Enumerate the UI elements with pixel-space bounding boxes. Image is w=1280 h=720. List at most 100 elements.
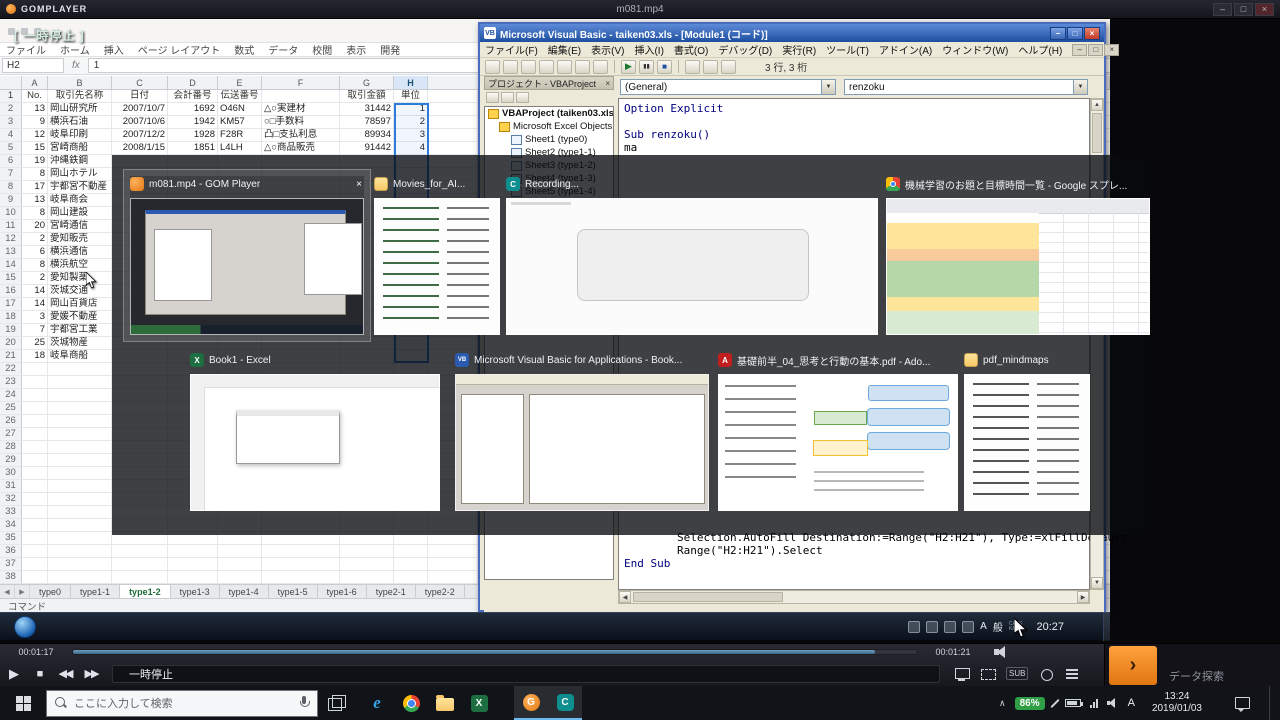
gom-titlebar[interactable]: GOMPLAYER m081.mp4 – □ ×: [0, 0, 1280, 19]
pdf-icon: A: [718, 353, 732, 367]
recorder-icon: C: [506, 177, 520, 191]
play-button[interactable]: ▶: [0, 666, 26, 682]
capture-icon[interactable]: [1038, 667, 1054, 681]
window-thumbnail-movies-folder[interactable]: Movies_for_AI...: [374, 176, 500, 335]
volume-icon[interactable]: [994, 646, 1012, 658]
sheet-tab: type0: [30, 585, 71, 598]
taskbar-search-input[interactable]: ここに入力して検索: [46, 690, 318, 717]
row-header: 1: [0, 90, 22, 103]
battery-percent-badge[interactable]: 86%: [1015, 697, 1045, 710]
spreadsheet-row: 38: [0, 571, 478, 584]
folder-icon: [964, 353, 978, 367]
ribbon-tab: 数式: [234, 42, 254, 57]
row-header: 20: [0, 337, 22, 350]
window-thumbnail-book1-excel[interactable]: X Book1 - Excel: [190, 352, 440, 511]
minimize-button[interactable]: –: [1213, 3, 1232, 16]
ribbon-tab: データ: [268, 42, 298, 57]
window-thumbnail-pdf[interactable]: A 基礎前半_04_思考と行動の基本.pdf - Ado...: [718, 352, 958, 511]
seek-bar[interactable]: [72, 649, 918, 655]
sheet-tab: type1-5: [269, 585, 318, 598]
window-thumbnail-pdf-mindmaps[interactable]: pdf_mindmaps: [964, 352, 1090, 511]
previous-button[interactable]: ◀◀: [52, 667, 78, 680]
sheet-tab: type1-1: [71, 585, 120, 598]
microphone-icon[interactable]: [299, 696, 309, 710]
stop-button[interactable]: ■: [26, 668, 52, 680]
thumbnail-preview[interactable]: [886, 198, 1150, 335]
thumbnail-preview[interactable]: [455, 374, 709, 511]
taskbar-icon-recorder[interactable]: C: [548, 686, 582, 720]
vba-caret-position: 3 行, 3 桁: [765, 59, 807, 74]
window-thumbnail-gom-player[interactable]: m081.mp4 - GOM Player ×: [130, 176, 364, 335]
spreadsheet-row: 5 15 宮崎商船 2008/1/15 1851 L4LH △○商品販売 914…: [0, 142, 478, 155]
taskbar-icon-edge[interactable]: e: [360, 686, 394, 720]
vba-toolbar-button: [685, 60, 700, 74]
vba-toolbar-button: [539, 60, 554, 74]
row-header: 34: [0, 519, 22, 532]
thumbnail-preview[interactable]: [374, 198, 500, 335]
taskbar-icon-gom-player[interactable]: G: [514, 686, 548, 720]
start-button[interactable]: [0, 686, 46, 720]
tray-expand-icon[interactable]: ∧: [999, 698, 1006, 709]
speaker-icon[interactable]: [1107, 698, 1119, 708]
next-button[interactable]: ▶▶: [78, 667, 104, 680]
thumbnail-preview[interactable]: [718, 374, 958, 511]
current-time: 00:01:17: [0, 647, 72, 657]
sheet-tab: type1-6: [318, 585, 367, 598]
spreadsheet-row: 1 No. 取引先名称 日付 会計番号 伝送番号 取引金額 単位: [0, 90, 478, 103]
thumbnail-preview[interactable]: [130, 198, 364, 335]
screen-ratio-icon[interactable]: [980, 667, 996, 681]
vba-menu-item: ファイル(F): [485, 42, 538, 57]
close-button[interactable]: ×: [1255, 3, 1274, 16]
thumbnail-close-icon[interactable]: ×: [354, 179, 364, 190]
window-thumbnail-recording[interactable]: C Recording...: [506, 176, 878, 335]
video-area[interactable]: ファイルホーム挿入ページ レイアウト数式データ校閲表示開発 H2 fx 1 A …: [0, 19, 1280, 643]
vba-toolbar-button: [557, 60, 572, 74]
taskbar-icon-explorer[interactable]: [428, 686, 462, 720]
window-thumbnail-vba-book1[interactable]: VB Microsoft Visual Basic for Applicatio…: [455, 352, 709, 511]
corner-cell: [0, 76, 22, 89]
row-header: 12: [0, 233, 22, 246]
recorded-start-orb-icon: [14, 616, 36, 638]
show-desktop-button[interactable]: [1269, 686, 1274, 720]
taskbar-clock[interactable]: 13:24 2019/01/03: [1144, 691, 1210, 715]
taskbar-icon-excel[interactable]: X: [462, 686, 496, 720]
panel-expand-button[interactable]: ›: [1109, 646, 1157, 685]
mouse-cursor: [1014, 618, 1027, 638]
pen-icon[interactable]: [1050, 698, 1059, 707]
gom-logo-icon: [6, 4, 16, 14]
thumbnail-preview[interactable]: [506, 198, 878, 335]
thumbnail-preview[interactable]: [190, 374, 440, 511]
row-header: 13: [0, 246, 22, 259]
horizontal-scrollbar: ◀ ▶: [618, 590, 1090, 604]
maximize-button[interactable]: □: [1234, 3, 1253, 16]
row-header: 6: [0, 155, 22, 168]
network-icon[interactable]: [1090, 699, 1098, 708]
dropdown-arrow-icon: ▼: [821, 80, 835, 94]
vba-toolbar-button: [575, 60, 590, 74]
subtitle-button[interactable]: SUB: [1006, 667, 1028, 680]
mdi-restore-icon: □: [1088, 44, 1103, 56]
spreadsheet-row: 37: [0, 558, 478, 571]
recorded-tray-icon: [962, 621, 974, 633]
total-time: 00:01:21: [918, 647, 988, 657]
vba-minimize-icon: –: [1050, 27, 1066, 40]
scrollbar-thumb: [1092, 113, 1102, 153]
vba-toolbar-button: [503, 60, 518, 74]
recorded-mouse-cursor: [86, 272, 97, 289]
playlist-icon[interactable]: [1064, 667, 1080, 681]
windows-taskbar: ここに入力して検索 e X G C ∧ 86% A 13:24 2019/01/…: [0, 686, 1280, 720]
ribbon-tab: 開発: [380, 42, 400, 57]
ime-indicator[interactable]: A: [1128, 697, 1135, 709]
project-panel-title: プロジェクト - VBAProject: [488, 77, 596, 90]
task-view-button[interactable]: [328, 695, 346, 711]
action-center-icon[interactable]: [1235, 697, 1250, 709]
thumbnail-preview[interactable]: [964, 374, 1090, 511]
vba-menu-item: 挿入(I): [634, 42, 663, 57]
taskbar-icon-chrome[interactable]: [394, 686, 428, 720]
window-thumbnail-google-sheets[interactable]: 機械学習のお題と目標時間一覧 - Google スプレ...: [886, 176, 1150, 335]
vba-menu-item: ヘルプ(H): [1018, 42, 1062, 57]
battery-icon[interactable]: [1065, 699, 1081, 707]
name-box: H2: [2, 58, 64, 73]
tv-output-icon[interactable]: [954, 667, 970, 681]
recorded-show-desktop: [1103, 613, 1110, 641]
